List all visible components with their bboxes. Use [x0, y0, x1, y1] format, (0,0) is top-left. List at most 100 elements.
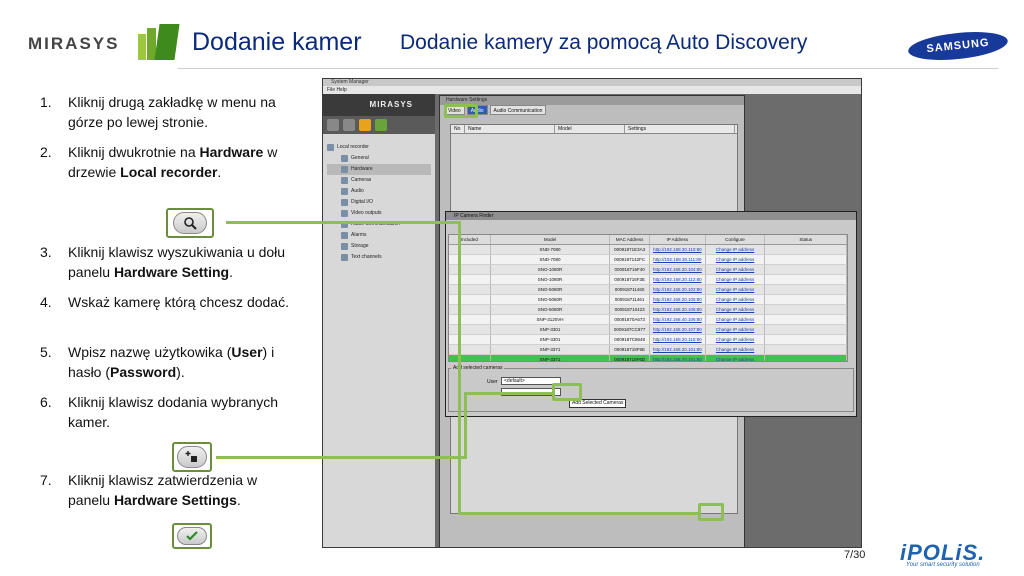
finder-row[interactable]: SNO-5080R 000918711461 http://192.168.20.1… [449, 295, 847, 305]
finder-column-header[interactable]: Status [765, 235, 847, 244]
tree-item[interactable]: Audio [327, 186, 431, 197]
finder-cell-cfg[interactable]: Change IP address [706, 275, 766, 284]
hardware-column-header[interactable]: Model [555, 125, 625, 133]
finder-cell-mac: 00091871E3A3 [610, 245, 650, 254]
finder-row[interactable]: SNP-3371 000918718F5E http://192.168.20.10… [449, 345, 847, 355]
finder-cell-model: SNP-3371 [491, 355, 611, 361]
finder-row[interactable]: SNO-5080R 000918710423 http://192.168.20.1… [449, 305, 847, 315]
tree-item-label: Local recorder [337, 144, 369, 150]
tree-item[interactable]: Alarms [327, 230, 431, 241]
tree-item[interactable]: Text channels [327, 252, 431, 263]
step-number: 5. [40, 344, 52, 360]
finder-cell-cfg[interactable]: Change IP address [706, 315, 766, 324]
finder-cell-empty [765, 265, 847, 274]
mirasys-logo: MIRASYS [28, 34, 120, 53]
finder-cell-cfg[interactable]: Change IP address [706, 295, 766, 304]
finder-column-header[interactable]: MAC Address [610, 235, 650, 244]
finder-cell-ip[interactable]: http://192.168.20.112:80 [650, 275, 706, 284]
finder-cell-ip[interactable]: http://192.168.20.105:80 [650, 295, 706, 304]
tool-icon-2[interactable] [343, 119, 355, 131]
app-menubar[interactable]: File Help [323, 86, 861, 94]
hardware-table-header: No Name Model Settings [451, 125, 737, 134]
finder-cell-model: SNP-3371 [491, 345, 611, 354]
finder-cell-ip[interactable]: http://192.168.20.101:80 [650, 345, 706, 354]
finder-column-header[interactable]: Model [491, 235, 611, 244]
finder-cell-cfg[interactable]: Change IP address [706, 285, 766, 294]
connector-search [226, 221, 460, 224]
finder-row[interactable]: SNO-1080R 000918716F40 http://192.168.20.1… [449, 265, 847, 275]
step-keyword: Hardware Setting [113, 264, 230, 280]
tab-audio-communication[interactable]: Audio Communication [489, 105, 547, 115]
finder-cell-cfg[interactable]: Change IP address [706, 335, 766, 344]
finder-cell-ip[interactable]: http://192.168.30.111:80 [650, 255, 706, 264]
finder-cell-cfg[interactable]: Change IP address [706, 255, 766, 264]
finder-row[interactable]: SND-7080 00091871E3A3 http://192.168.30.11… [449, 245, 847, 255]
checkmark-icon [177, 527, 207, 545]
step-number: 2. [40, 144, 52, 160]
tree-item-label: Text channels [351, 254, 382, 260]
tree-item[interactable]: Cameras [327, 175, 431, 186]
finder-row[interactable]: SNP-3301 0009187C8648 http://192.168.20.11… [449, 335, 847, 345]
finder-cell-ip[interactable]: http://192.168.20.110:80 [650, 335, 706, 344]
hardware-column-header[interactable]: No [451, 125, 465, 133]
finder-row[interactable]: SNO-5080R 000918711460 http://192.168.20.1… [449, 285, 847, 295]
step-1: 1. Kliknij drugą zakładkę w menu na górze… [40, 92, 290, 132]
finder-cell-cfg[interactable]: Change IP address [706, 345, 766, 354]
finder-cell-ip[interactable]: http://192.168.70.101:80 [650, 355, 706, 361]
finder-row[interactable]: SNP-3371 000918718F6D http://192.168.70.10… [449, 355, 847, 361]
finder-cell-empty [765, 335, 847, 344]
finder-cell-cfg[interactable]: Change IP address [706, 325, 766, 334]
finder-cell-empty [449, 255, 491, 264]
step-3: 3. Kliknij klawisz wyszukiwania u dołu pa… [40, 242, 290, 282]
tree-item[interactable]: Video outputs [327, 208, 431, 219]
step-number: 1. [40, 94, 52, 110]
finder-cell-ip[interactable]: http://192.168.40.106:80 [650, 315, 706, 324]
tree-item-label: General [351, 155, 369, 161]
tree-item[interactable]: Storage [327, 241, 431, 252]
finder-cell-mac: 000918711461 [610, 295, 650, 304]
tool-icon-3[interactable] [359, 119, 371, 131]
finder-cell-empty [449, 355, 491, 361]
tree-item-label: Digital I/O [351, 199, 373, 205]
finder-row[interactable]: SND-7080 0009187142FC http://192.168.30.11… [449, 255, 847, 265]
finder-row[interactable]: SNP-3301 0009187CC877 http://192.168.20.10… [449, 325, 847, 335]
tree-item[interactable]: Local recorder [327, 142, 431, 153]
finder-cell-ip[interactable]: http://192.168.20.107:80 [650, 325, 706, 334]
tool-icon-4[interactable] [375, 119, 387, 131]
step-7: 7. Kliknij klawisz zatwierdzenia w panelu… [40, 470, 290, 510]
connector-add-top [464, 392, 554, 395]
hardware-column-header[interactable]: Name [465, 125, 555, 133]
finder-cell-cfg[interactable]: Change IP address [706, 355, 766, 361]
finder-cell-ip[interactable]: http://192.168.30.110:80 [650, 245, 706, 254]
finder-cell-mac: 000918718F5E [610, 345, 650, 354]
tree-item[interactable]: Digital I/O [327, 197, 431, 208]
finder-cell-ip[interactable]: http://192.168.20.106:80 [650, 305, 706, 314]
tree-node-icon [341, 199, 348, 206]
tree-node-icon [341, 166, 348, 173]
finder-cell-cfg[interactable]: Change IP address [706, 305, 766, 314]
finder-cell-ip[interactable]: http://192.168.20.104:80 [650, 265, 706, 274]
tree-item[interactable]: Hardware [327, 164, 431, 175]
header-divider [178, 68, 998, 69]
step-text: Kliknij dwukrotnie na Hardware w drzewie… [68, 142, 290, 182]
ipolis-tagline: Your smart security solution [906, 562, 980, 568]
step-5: 5. Wpisz nazwę użytkowika (User) i hasło … [40, 342, 290, 382]
finder-row[interactable]: SNO-1080R 000918716F3E http://192.168.20.1… [449, 275, 847, 285]
finder-cell-empty [765, 255, 847, 264]
finder-column-header[interactable]: Included [449, 235, 491, 244]
finder-cell-mac: 000918718F6D [610, 355, 650, 361]
step-6: 6. Kliknij klawisz dodania wybranych kame… [40, 392, 290, 432]
finder-column-header[interactable]: IP Address [650, 235, 706, 244]
finder-cell-empty [449, 245, 491, 254]
hardware-settings-title: Hardware Settings [440, 96, 744, 105]
step-text-part: Kliknij drugą zakładkę w menu na górze p… [68, 94, 276, 130]
finder-cell-cfg[interactable]: Change IP address [706, 245, 766, 254]
tool-icon-1[interactable] [327, 119, 339, 131]
finder-row[interactable]: SNP-3120VH 00091870A673 http://192.168.40.… [449, 315, 847, 325]
finder-cell-cfg[interactable]: Change IP address [706, 265, 766, 274]
finder-cell-empty [765, 345, 847, 354]
tree-item[interactable]: General [327, 153, 431, 164]
finder-cell-ip[interactable]: http://192.168.20.102:80 [650, 285, 706, 294]
hardware-column-header[interactable]: Settings [625, 125, 735, 133]
finder-column-header[interactable]: Configure [706, 235, 766, 244]
